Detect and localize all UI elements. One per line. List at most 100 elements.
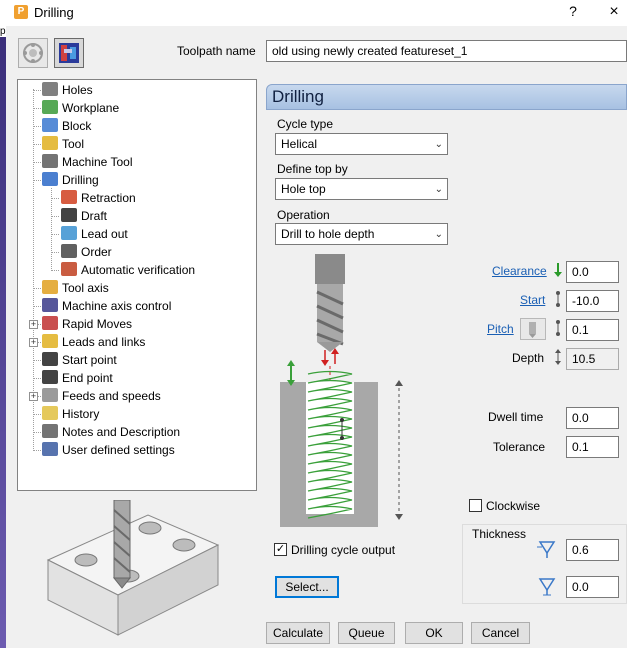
block-icon [42, 118, 58, 132]
help-button[interactable]: ? [563, 3, 583, 19]
tree-expand-button[interactable]: + [29, 320, 38, 329]
clearance-link[interactable]: Clearance [492, 264, 547, 278]
toolpath-name-input[interactable]: old using newly created featureset_1 [266, 40, 627, 62]
toolpath-preview-button[interactable] [54, 38, 84, 68]
tolerance-input[interactable]: 0.1 [566, 436, 619, 458]
start-point-icon [42, 352, 58, 366]
strategy-selector-button[interactable] [18, 38, 48, 68]
dwell-time-label: Dwell time [488, 410, 544, 424]
tree-item-machine-axis-control[interactable]: Machine axis control [42, 297, 171, 315]
chevron-down-icon: ⌄ [434, 139, 443, 150]
drilling-cycle-output-label: Drilling cycle output [291, 543, 396, 557]
settings-tree: Holes Workplane Block Tool Machine Tool Drill… [17, 79, 257, 491]
tree-item-block[interactable]: Block [42, 117, 91, 135]
tree-connector-line [51, 188, 52, 269]
tree-item-notes-and-description[interactable]: Notes and Description [42, 423, 180, 441]
tree-item-draft[interactable]: Draft [61, 207, 107, 225]
tree-item-label: End point [62, 371, 113, 385]
chevron-down-icon: ⌄ [434, 229, 443, 240]
calculate-button[interactable]: Calculate [266, 622, 330, 644]
tree-connector-line [51, 234, 59, 235]
tree-expand-button[interactable]: + [29, 392, 38, 401]
tree-item-rapid-moves[interactable]: Rapid Moves [42, 315, 132, 333]
leads-and-links-icon [42, 334, 58, 348]
drilling-icon [42, 172, 58, 186]
tree-item-label: Start point [62, 353, 117, 367]
tree-item-label: Holes [62, 83, 93, 97]
tree-item-history[interactable]: History [42, 405, 99, 423]
tree-item-user-defined-settings[interactable]: User defined settings [42, 441, 175, 459]
pitch-link[interactable]: Pitch [487, 322, 514, 336]
tree-item-label: Notes and Description [62, 425, 181, 439]
clearance-input[interactable]: 0.0 [566, 261, 619, 283]
tree-item-label: Lead out [81, 227, 128, 241]
feeds-and-speeds-icon [42, 388, 58, 402]
tree-item-order[interactable]: Order [61, 243, 112, 261]
tree-item-start-point[interactable]: Start point [42, 351, 117, 369]
clockwise-label: Clockwise [486, 499, 541, 513]
holes-icon [42, 82, 58, 96]
operation-select[interactable]: Drill to hole depth ⌄ [275, 223, 448, 245]
tree-item-label: Leads and links [62, 335, 146, 349]
tree-expand-button[interactable]: + [29, 338, 38, 347]
clockwise-checkbox[interactable] [469, 499, 482, 512]
machine-axis-control-icon [42, 298, 58, 312]
close-button[interactable]: × [604, 3, 624, 21]
tree-item-drilling[interactable]: Drilling [42, 171, 99, 189]
select-button[interactable]: Select... [275, 576, 339, 598]
tree-item-tool-axis[interactable]: Tool axis [42, 279, 109, 297]
tree-item-label: Drilling [62, 173, 99, 187]
order-icon [61, 244, 77, 258]
tree-item-leads-and-links[interactable]: Leads and links [42, 333, 145, 351]
cycle-type-select[interactable]: Helical ⌄ [275, 133, 448, 155]
tree-item-workplane[interactable]: Workplane [42, 99, 119, 117]
tree-connector-line [51, 270, 59, 271]
tree-item-label: Feeds and speeds [62, 389, 161, 403]
tree-item-end-point[interactable]: End point [42, 369, 113, 387]
tolerance-label: Tolerance [493, 440, 546, 454]
tree-item-lead-out[interactable]: Lead out [61, 225, 128, 243]
retraction-icon [61, 190, 77, 204]
start-input[interactable]: -10.0 [566, 290, 619, 312]
toolpath-name-label: Toolpath name [177, 44, 256, 58]
tree-item-label: Order [81, 245, 112, 259]
radial-thickness-input[interactable]: 0.6 [566, 539, 619, 561]
tree-connector-line [51, 252, 59, 253]
pitch-input[interactable]: 0.1 [566, 319, 619, 341]
pitch-marker-icon [556, 320, 560, 336]
tree-connector-line [33, 162, 41, 163]
tree-connector-line [33, 288, 41, 289]
queue-button[interactable]: Queue [338, 622, 395, 644]
tree-connector-line [33, 360, 41, 361]
tree-item-label: Machine axis control [62, 299, 172, 313]
draft-icon [61, 208, 77, 222]
strategy-selector-icon [23, 43, 43, 63]
drilling-cycle-output-checkbox[interactable]: ✓ [274, 543, 287, 556]
tree-item-machine-tool[interactable]: Machine Tool [42, 153, 133, 171]
workplane-icon [42, 100, 58, 114]
tree-item-tool[interactable]: Tool [42, 135, 84, 153]
tree-item-retraction[interactable]: Retraction [61, 189, 136, 207]
start-link[interactable]: Start [520, 293, 545, 307]
tree-item-label: Tool axis [62, 281, 109, 295]
tree-item-automatic-verification[interactable]: Automatic verification [61, 261, 195, 279]
lead-out-icon [61, 226, 77, 240]
tree-item-label: Draft [81, 209, 108, 223]
tree-connector-line [33, 180, 41, 181]
toolpath-preview-icon [59, 43, 79, 63]
tree-item-label: Machine Tool [62, 155, 133, 169]
tree-connector-line [33, 432, 41, 433]
dwell-time-input[interactable]: 0.0 [566, 407, 619, 429]
define-top-by-label: Define top by [277, 162, 348, 176]
pitch-tool-button[interactable] [520, 318, 546, 340]
tree-item-feeds-and-speeds[interactable]: Feeds and speeds [42, 387, 161, 405]
tree-item-label: Tool [62, 137, 85, 151]
axial-thickness-input[interactable]: 0.0 [566, 576, 619, 598]
depth-marker-icon [555, 349, 561, 365]
tree-item-holes[interactable]: Holes [42, 81, 93, 99]
cycle-type-value: Helical [281, 137, 318, 151]
ok-button[interactable]: OK [405, 622, 463, 644]
cancel-button[interactable]: Cancel [471, 622, 530, 644]
define-top-by-select[interactable]: Hole top ⌄ [275, 178, 448, 200]
tree-item-label: Rapid Moves [62, 317, 133, 331]
